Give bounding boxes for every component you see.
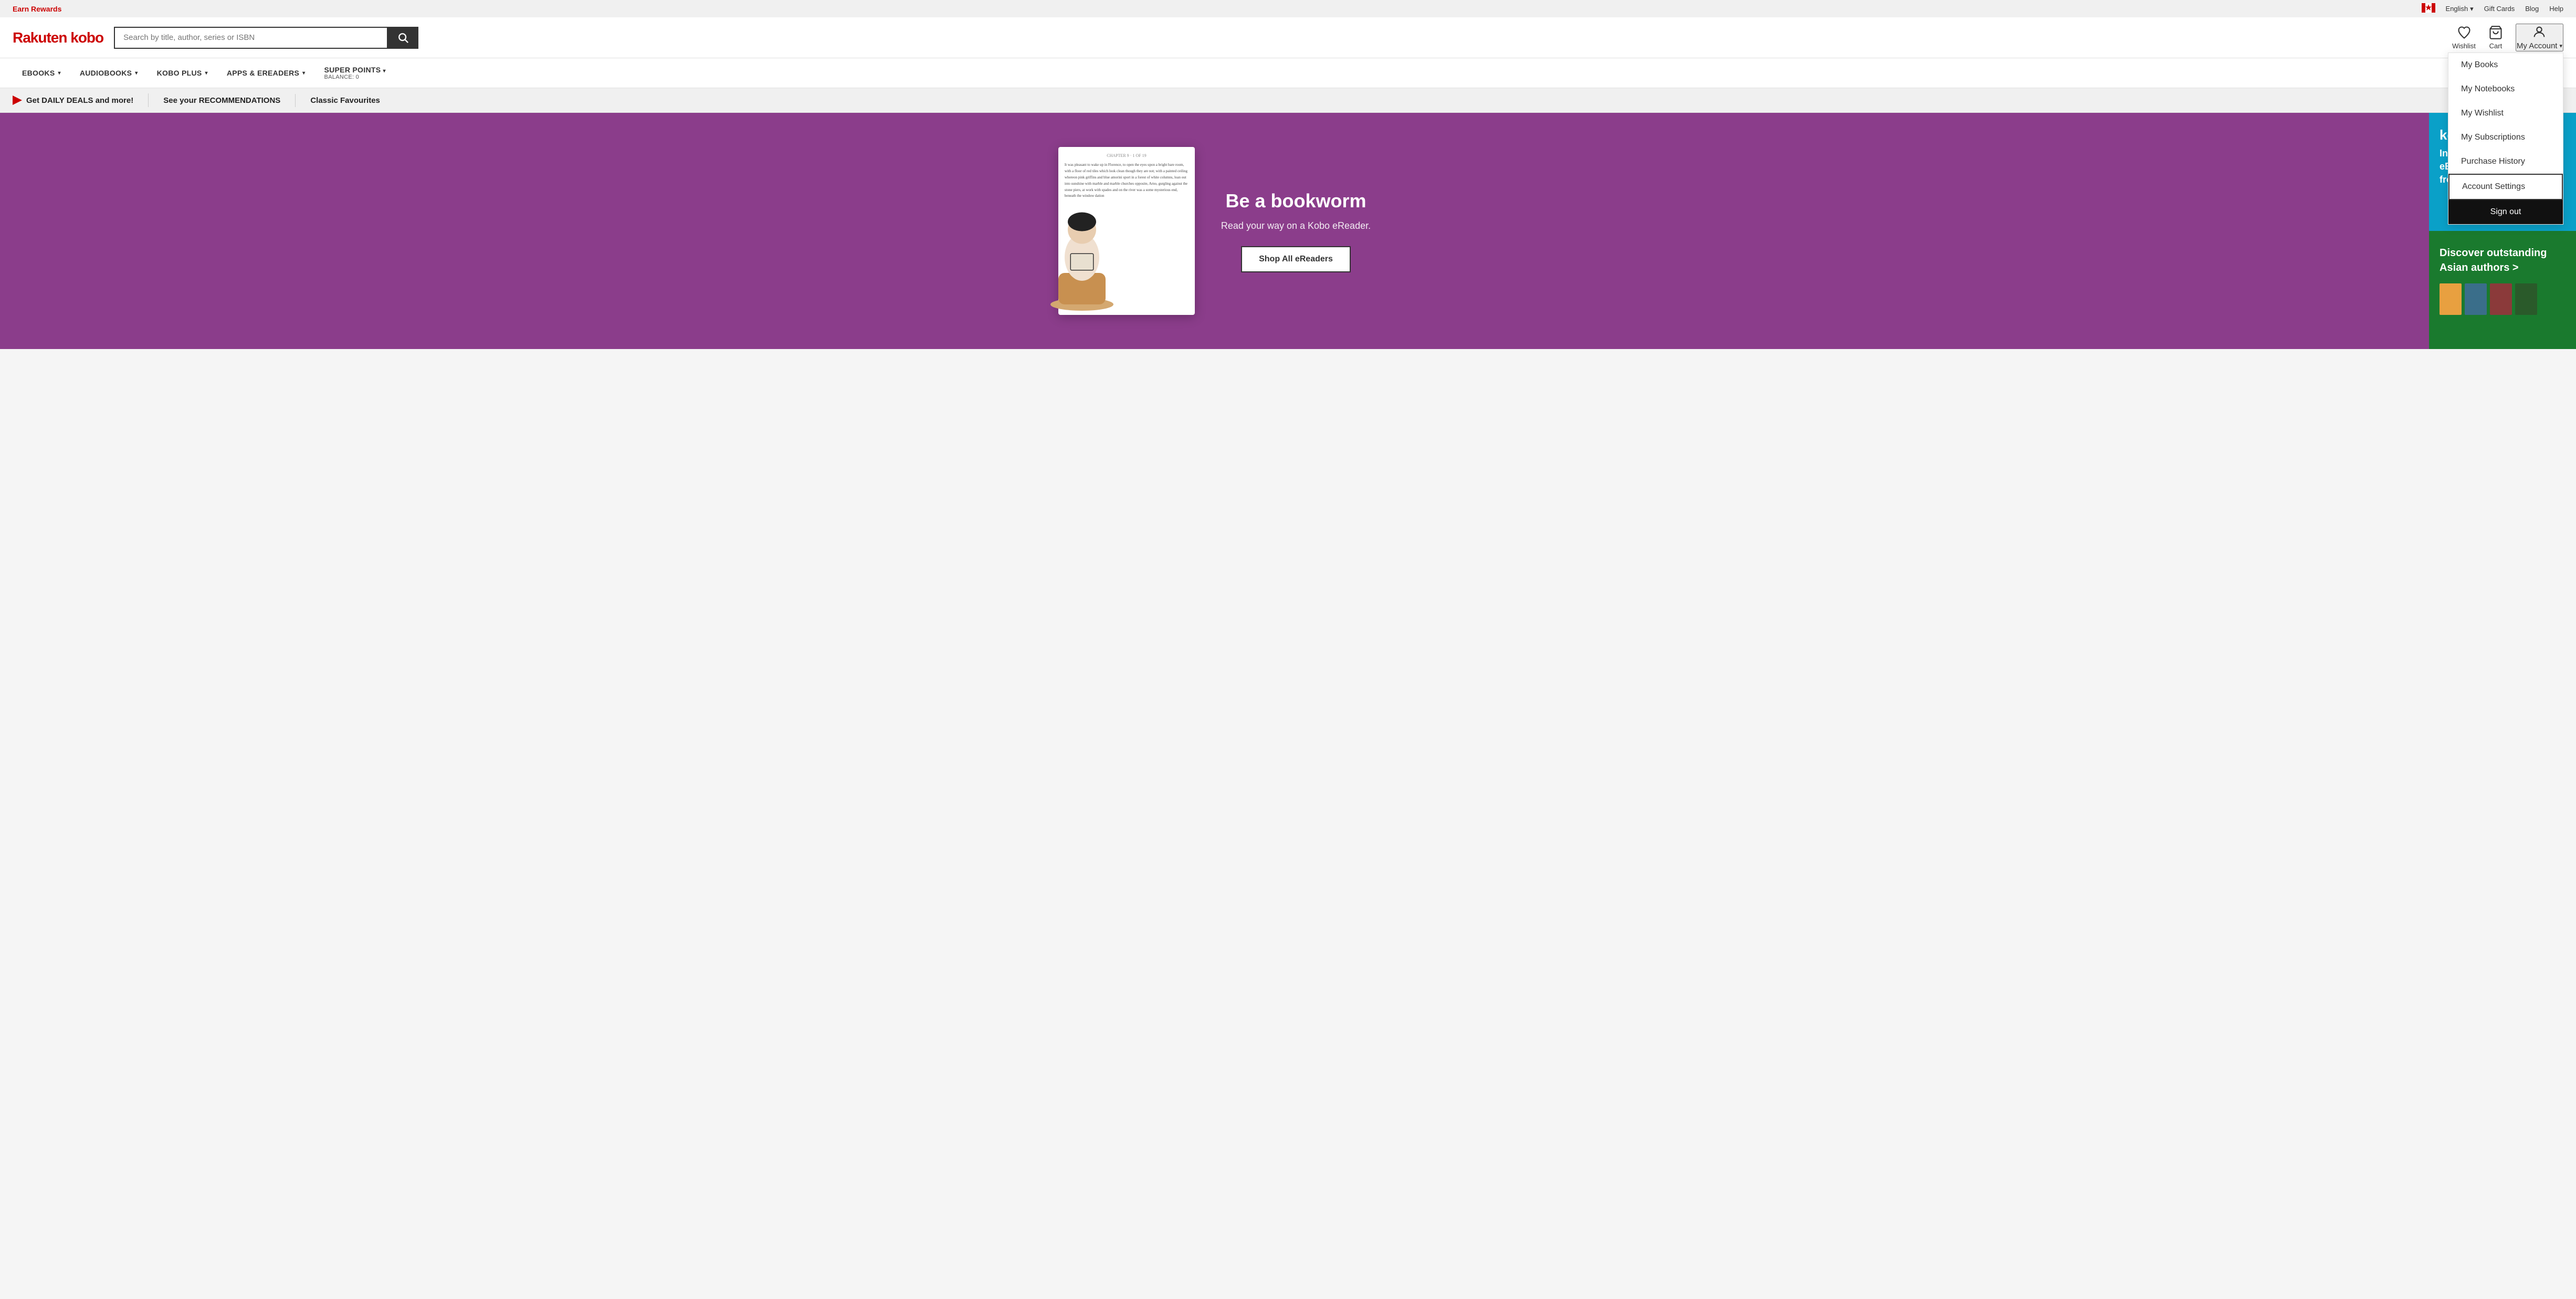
hero-cta-button[interactable]: Shop All eReaders	[1241, 246, 1351, 272]
device-chapter-label: CHAPTER 9 · 1 OF 19	[1065, 153, 1189, 158]
logo-text: Rakuten kobo	[13, 29, 103, 46]
nav-kobo-plus[interactable]: KOBO PLUS ▾	[148, 61, 217, 85]
hero-text-block: Be a bookworm Read your way on a Kobo eR…	[1221, 189, 1371, 272]
dropdown-my-wishlist[interactable]: My Wishlist	[2448, 101, 2563, 125]
dropdown-sign-out[interactable]: Sign out	[2448, 200, 2563, 224]
header: Rakuten kobo Wishlist Cart	[0, 17, 2576, 58]
nav-audiobooks[interactable]: AUDIOBOOKS ▾	[70, 61, 148, 85]
earn-rewards-link[interactable]: Earn Rewards	[13, 5, 61, 13]
account-dropdown: My Books My Notebooks My Wishlist My Sub…	[2448, 52, 2563, 225]
super-points-chevron: ▾	[383, 68, 386, 74]
cart-label: Cart	[2489, 42, 2503, 50]
main-content: CHAPTER 9 · 1 OF 19 It was pleasant to w…	[0, 113, 2576, 349]
book-thumb-1	[2440, 283, 2462, 315]
dropdown-account-settings[interactable]: Account Settings	[2448, 174, 2563, 200]
cart-button[interactable]: Cart	[2488, 25, 2503, 50]
help-link[interactable]: Help	[2549, 5, 2563, 13]
blog-link[interactable]: Blog	[2525, 5, 2539, 13]
my-account-label: My Account	[2517, 41, 2558, 50]
dropdown-my-subscriptions[interactable]: My Subscriptions	[2448, 125, 2563, 150]
hero-subtitle: Read your way on a Kobo eReader.	[1221, 220, 1371, 231]
book-thumb-4	[2515, 283, 2537, 315]
account-wrapper: My Account ▾ My Books My Notebooks My Wi…	[2516, 24, 2563, 51]
nav-super-points[interactable]: SUPER POINTS ▾ Balance: 0	[315, 58, 395, 88]
language-chevron: ▾	[2470, 5, 2474, 13]
book-thumb-2	[2465, 283, 2487, 315]
device-mockup-container: CHAPTER 9 · 1 OF 19 It was pleasant to w…	[1058, 147, 1195, 315]
promo-classic-favourites[interactable]: Classic Favourites	[296, 94, 395, 107]
canada-flag-icon	[2422, 3, 2435, 14]
book-thumbnails	[2440, 283, 2566, 315]
asian-authors-title: Discover outstanding Asian authors >	[2440, 246, 2566, 275]
dropdown-purchase-history[interactable]: Purchase History	[2448, 150, 2563, 174]
kobo-plus-chevron: ▾	[205, 70, 208, 76]
my-account-chevron: ▾	[2559, 43, 2562, 49]
nav-ebooks[interactable]: eBOOKS ▾	[13, 61, 70, 85]
dropdown-my-notebooks[interactable]: My Notebooks	[2448, 77, 2563, 101]
device-frame: CHAPTER 9 · 1 OF 19 It was pleasant to w…	[1058, 147, 1195, 315]
device-text-content: It was pleasant to wake up in Florence, …	[1065, 162, 1189, 199]
ebooks-chevron: ▾	[58, 70, 60, 76]
search-button[interactable]	[388, 27, 418, 49]
apps-chevron: ▾	[302, 70, 305, 76]
language-label: English	[2446, 5, 2468, 13]
top-bar: Earn Rewards English ▾ Gift Cards Blog H…	[0, 0, 2576, 17]
header-right: Wishlist Cart My Account	[2452, 24, 2563, 51]
wishlist-label: Wishlist	[2452, 42, 2476, 50]
promo-flag-icon	[13, 96, 22, 105]
dropdown-my-books[interactable]: My Books	[2448, 53, 2563, 77]
language-selector[interactable]: English ▾	[2446, 5, 2474, 13]
asian-authors-panel[interactable]: Discover outstanding Asian authors >	[2429, 231, 2576, 349]
promo-bar: Get DAILY DEALS and more! See your RECOM…	[0, 88, 2576, 113]
wishlist-button[interactable]: Wishlist	[2452, 25, 2476, 50]
hero-banner: CHAPTER 9 · 1 OF 19 It was pleasant to w…	[0, 113, 2429, 349]
hero-title: Be a bookworm	[1221, 189, 1371, 212]
logo[interactable]: Rakuten kobo	[13, 29, 103, 46]
top-bar-right: English ▾ Gift Cards Blog Help	[2422, 3, 2563, 14]
audiobooks-chevron: ▾	[135, 70, 138, 76]
promo-daily-deals[interactable]: Get DAILY DEALS and more!	[13, 93, 149, 107]
super-points-balance: Balance: 0	[324, 74, 386, 80]
promo-recommendations[interactable]: See your RECOMMENDATIONS	[149, 94, 296, 107]
nav-bar: eBOOKS ▾ AUDIOBOOKS ▾ KOBO PLUS ▾ APPS &…	[0, 58, 2576, 88]
book-thumb-3	[2490, 283, 2512, 315]
gift-cards-link[interactable]: Gift Cards	[2484, 5, 2515, 13]
search-input[interactable]	[114, 27, 388, 49]
nav-apps-ereaders[interactable]: APPS & eREADERS ▾	[217, 61, 315, 85]
search-bar	[114, 27, 418, 49]
my-account-button[interactable]: My Account ▾	[2516, 24, 2563, 51]
